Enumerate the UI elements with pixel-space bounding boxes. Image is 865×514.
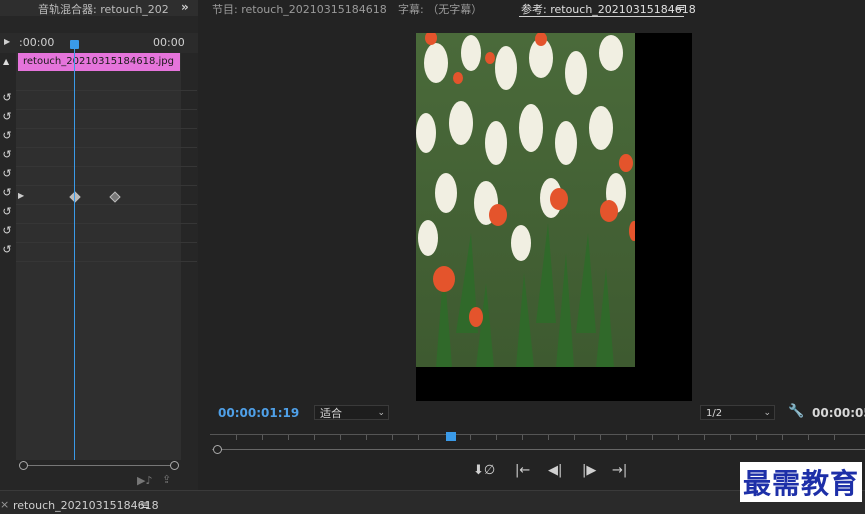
- ruler-tick: [548, 435, 549, 440]
- ruler-tick: [366, 435, 367, 440]
- monitor-playhead[interactable]: [446, 432, 456, 441]
- preview-image: [416, 33, 635, 367]
- reset-icon[interactable]: ↺: [0, 243, 14, 257]
- audio-icon[interactable]: ▶♪: [137, 474, 152, 487]
- close-icon[interactable]: ×: [0, 498, 9, 511]
- playhead-handle[interactable]: [70, 40, 79, 49]
- keyframe-ruler[interactable]: ▶ :00:00 00:00: [0, 33, 198, 53]
- ruler-tick: [782, 435, 783, 440]
- add-marker-icon[interactable]: ⬇∅: [473, 463, 495, 478]
- ruler-tick: [418, 435, 419, 440]
- go-to-in-icon[interactable]: |←: [515, 463, 530, 478]
- ruler-tick: [314, 435, 315, 440]
- tab-program[interactable]: 节目: retouch_20210315184618: [212, 1, 387, 17]
- current-timecode[interactable]: 00:00:01:19: [218, 406, 299, 420]
- reset-icon[interactable]: ↺: [0, 110, 14, 124]
- ruler-tick: [834, 435, 835, 440]
- ruler-tick: [626, 435, 627, 440]
- reset-icon[interactable]: ↺: [0, 186, 14, 200]
- property-gutter: ▲ ↺ ↺ ↺ ↺ ↺ ↺ ↺ ↺ ↺: [0, 53, 16, 460]
- ruler-tick: [470, 435, 471, 440]
- ruler-tick: [522, 435, 523, 440]
- zoom-start-handle[interactable]: [19, 461, 28, 470]
- zoom-scrollbar[interactable]: [22, 465, 177, 466]
- resolution-dropdown[interactable]: 1/2 ⌄: [700, 405, 775, 420]
- ruler-tick: [340, 435, 341, 440]
- reset-icon[interactable]: ↺: [0, 167, 14, 181]
- ruler-tick: [678, 435, 679, 440]
- panel-menu-icon[interactable]: ≡: [676, 1, 685, 14]
- panel-menu-icon[interactable]: ≡: [140, 498, 150, 512]
- go-to-out-icon[interactable]: →|: [612, 463, 627, 478]
- chevron-down-icon: ⌄: [377, 408, 385, 418]
- clip-bar[interactable]: retouch_20210315184618.jpg: [18, 53, 180, 71]
- mini-timeline-ruler[interactable]: [210, 434, 865, 435]
- tulip-field-image: [416, 33, 635, 367]
- ruler-tick: [574, 435, 575, 440]
- step-back-icon[interactable]: ◀|: [548, 463, 562, 478]
- ruler-tick: [808, 435, 809, 440]
- timeline-tab[interactable]: retouch_20210315184618: [13, 499, 159, 512]
- keyframe-area[interactable]: [16, 53, 197, 460]
- monitor-zoom-scrollbar[interactable]: [212, 449, 865, 450]
- audio-mixer-tab[interactable]: 音轨混合器: retouch_202: [38, 1, 169, 17]
- zoom-end-handle[interactable]: [170, 461, 179, 470]
- tab-captions[interactable]: 字幕: （无字幕）: [398, 1, 482, 17]
- export-icon[interactable]: ⇪: [162, 473, 171, 486]
- resolution-value: 1/2: [706, 408, 723, 419]
- expand-arrow-icon[interactable]: ▶: [18, 191, 24, 200]
- ruler-tick: [600, 435, 601, 440]
- tab-reference[interactable]: 参考: retouch_20210315184618: [521, 1, 696, 17]
- fit-value: 适合: [320, 407, 342, 420]
- ruler-tick: [756, 435, 757, 440]
- play-icon[interactable]: |▶: [582, 463, 596, 478]
- ruler-tick: [496, 435, 497, 440]
- ruler-tick: [730, 435, 731, 440]
- more-panels-icon[interactable]: »: [181, 0, 189, 14]
- ruler-tick: [704, 435, 705, 440]
- ruler-tick: [392, 435, 393, 440]
- reset-icon[interactable]: ↺: [0, 129, 14, 143]
- reset-icon[interactable]: ↺: [0, 91, 14, 105]
- reset-icon[interactable]: ↺: [0, 224, 14, 238]
- duration-timecode: 00:00:05: [812, 406, 865, 420]
- collapse-toggle-icon[interactable]: ▲: [3, 57, 9, 66]
- watermark-logo: 最需教育: [740, 462, 863, 502]
- fit-dropdown[interactable]: 适合 ⌄: [314, 405, 389, 420]
- monitor-zoom-handle[interactable]: [213, 445, 222, 454]
- reset-icon[interactable]: ↺: [0, 148, 14, 162]
- ruler-end-time: 00:00: [153, 36, 185, 49]
- ruler-tick: [236, 435, 237, 440]
- ruler-tick: [262, 435, 263, 440]
- ruler-play-toggle-icon[interactable]: ▶: [4, 37, 10, 46]
- ruler-start-time: :00:00: [19, 36, 55, 49]
- chevron-down-icon: ⌄: [763, 408, 771, 418]
- ruler-tick: [652, 435, 653, 440]
- wrench-icon[interactable]: 🔧: [788, 404, 804, 419]
- active-tab-indicator: [519, 16, 684, 17]
- ruler-tick: [288, 435, 289, 440]
- reset-icon[interactable]: ↺: [0, 205, 14, 219]
- playhead-line[interactable]: [74, 42, 75, 460]
